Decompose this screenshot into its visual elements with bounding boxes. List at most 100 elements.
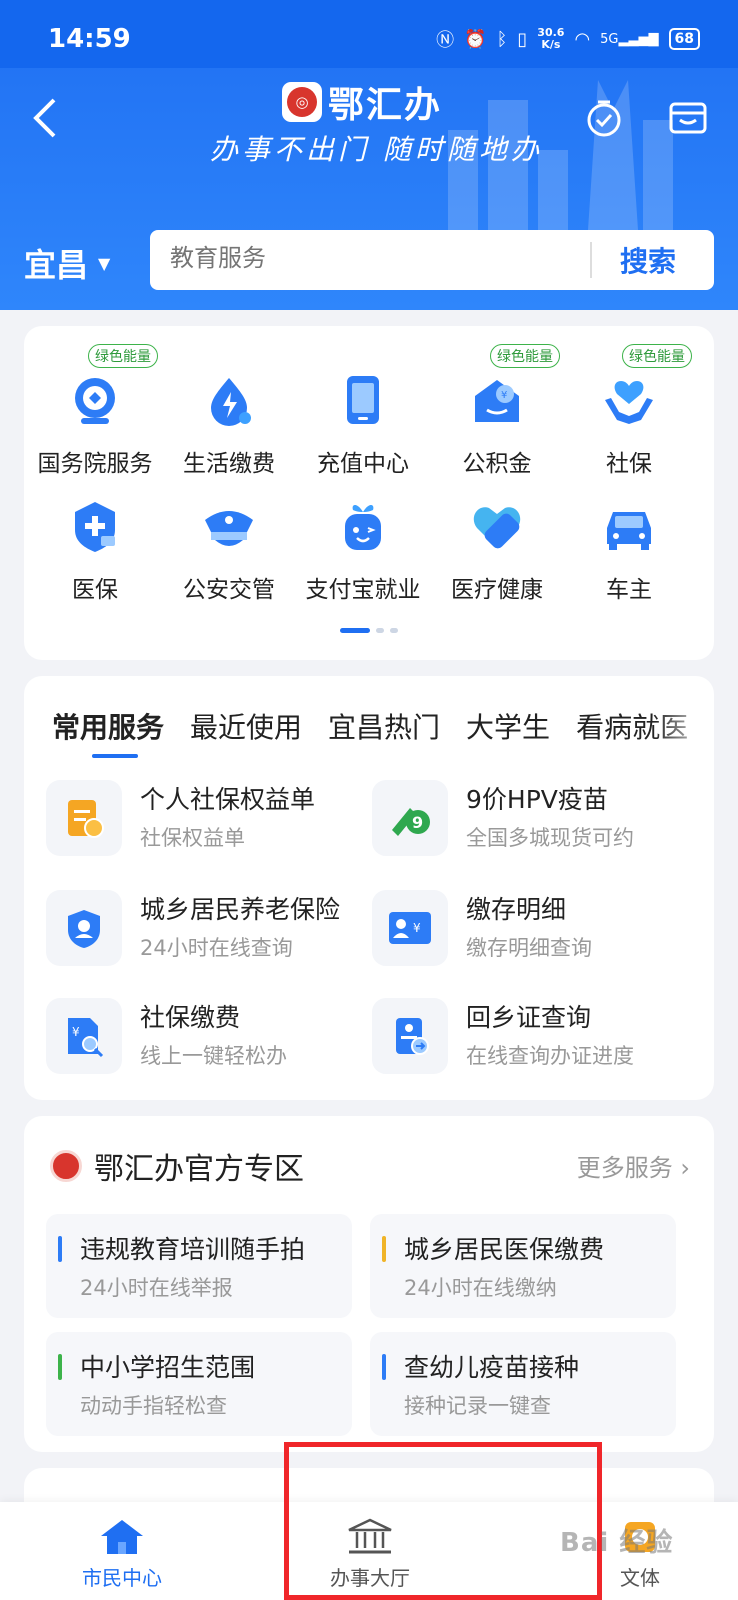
service-title: 缴存明细 — [466, 895, 567, 924]
page-dot — [376, 628, 384, 633]
grid-label: 公积金 — [462, 451, 532, 477]
official-item-title: 查幼儿疫苗接种 — [404, 1353, 580, 1382]
official-item[interactable]: 查幼儿疫苗接种 接种记录一键查 — [370, 1332, 676, 1436]
tab-underline — [92, 754, 138, 758]
official-item[interactable]: 中小学招生范围 动动手指轻松查 — [46, 1332, 352, 1436]
app-name: 鄂汇办 — [328, 84, 443, 126]
benefit-statement-icon — [46, 780, 122, 856]
service-item[interactable]: 个人社保权益单 社保权益单 — [46, 776, 366, 866]
phone-recharge-icon — [335, 372, 391, 428]
pension-shield-icon — [46, 890, 122, 966]
status-time: 14:59 — [48, 24, 131, 54]
official-item-title: 城乡居民医保缴费 — [404, 1235, 605, 1264]
accent-bar — [58, 1236, 62, 1262]
city-selector[interactable]: 宜昌 ▼ — [24, 240, 110, 286]
grid-label: 公安交管 — [183, 577, 275, 603]
grid-item-alipay-jobs[interactable]: 支付宝就业 — [294, 498, 432, 604]
grid-label: 医疗健康 — [451, 577, 543, 603]
service-item[interactable]: 城乡居民养老保险 24小时在线查询 — [46, 886, 366, 976]
grid-item-car-owner[interactable]: 车主 — [560, 498, 698, 604]
status-icons: Ⓝ ⏰ ᛒ ▯ 30.6 K/s ◠ 5G▂▃▅▇ 68 — [436, 26, 700, 52]
grid-item-housing-fund[interactable]: ¥ 绿色能量 公积金 — [428, 344, 566, 478]
tab-college[interactable]: 大学生 — [466, 706, 550, 746]
state-council-icon: 绿色能量 — [67, 344, 158, 428]
service-subtitle: 线上一键轻松办 — [140, 1044, 287, 1068]
home-icon — [101, 1520, 143, 1554]
app-logo: ◎ 鄂汇办 — [282, 76, 442, 128]
grid-item-healthcare[interactable]: 医疗健康 — [428, 498, 566, 604]
grid-label: 社保 — [606, 451, 652, 477]
service-subtitle: 社保权益单 — [140, 826, 245, 850]
official-item-title: 违规教育培训随手拍 — [80, 1235, 306, 1264]
svg-text:¥: ¥ — [72, 1025, 80, 1039]
social-security-icon: 绿色能量 — [601, 344, 692, 428]
chevron-left-icon — [33, 98, 56, 138]
accent-bar — [58, 1354, 62, 1380]
grid-label: 充值中心 — [317, 451, 409, 477]
search-input[interactable] — [170, 244, 550, 272]
grid-item-state-council[interactable]: 绿色能量 国务院服务 — [26, 344, 164, 478]
timer-check-icon[interactable] — [584, 98, 624, 138]
car-icon — [601, 498, 657, 554]
grid-item-recharge[interactable]: 充值中心 — [294, 372, 432, 478]
utility-bill-icon — [201, 372, 257, 428]
service-subtitle: 24小时在线查询 — [140, 936, 293, 960]
service-title: 9价HPV疫苗 — [466, 785, 608, 814]
official-item-subtitle: 24小时在线缴纳 — [404, 1276, 557, 1300]
official-item[interactable]: 城乡居民医保缴费 24小时在线缴纳 — [370, 1214, 676, 1318]
search-divider — [590, 242, 592, 278]
official-logo-icon — [50, 1150, 82, 1182]
back-button[interactable] — [30, 96, 60, 151]
service-title: 个人社保权益单 — [140, 785, 316, 814]
slogan: 办事不出门 随时随地办 — [210, 133, 543, 166]
official-item[interactable]: 违规教育培训随手拍 24小时在线举报 — [46, 1214, 352, 1318]
grid-label: 支付宝就业 — [305, 577, 421, 603]
tab-recent[interactable]: 最近使用 — [190, 706, 302, 746]
service-subtitle: 全国多城现货可约 — [466, 826, 634, 850]
battery-icon: 68 — [668, 28, 700, 50]
grid-item-medical-insurance[interactable]: 医保 — [26, 498, 164, 604]
grid-label: 国务院服务 — [37, 451, 153, 477]
network-speed: 30.6 K/s — [537, 26, 565, 51]
hpv-vaccine-icon: 9 — [372, 780, 448, 856]
signal-icon: 5G▂▃▅▇ — [600, 31, 659, 47]
grid-item-utilities[interactable]: 生活缴费 — [160, 372, 298, 478]
nfc-icon: Ⓝ — [436, 30, 455, 51]
wifi-icon: ◠ — [574, 28, 591, 50]
green-energy-tag: 绿色能量 — [622, 344, 692, 368]
police-cap-icon — [201, 498, 257, 554]
wallet-icon[interactable] — [668, 98, 708, 138]
city-name: 宜昌 — [24, 246, 89, 284]
search-bar[interactable]: 搜索 — [150, 230, 714, 290]
housing-fund-icon: ¥ 绿色能量 — [469, 344, 560, 428]
service-item[interactable]: 9 9价HPV疫苗 全国多城现货可约 — [372, 776, 692, 866]
service-item[interactable]: ¥ 缴存明细 缴存明细查询 — [372, 886, 692, 976]
nav-label: 文体 — [620, 1566, 660, 1590]
grid-item-social-security[interactable]: 绿色能量 社保 — [560, 344, 698, 478]
common-services-card: 常用服务 最近使用 宜昌热门 大学生 看病就医 个人社保权益单 社保权益单 9 … — [24, 676, 714, 1100]
official-item-subtitle: 接种记录一键查 — [404, 1394, 551, 1418]
alarm-icon: ⏰ — [464, 28, 487, 50]
id-card-return-icon — [372, 998, 448, 1074]
search-button[interactable]: 搜索 — [620, 240, 676, 280]
service-item[interactable]: ¥ 社保缴费 线上一键轻松办 — [46, 994, 366, 1084]
logo-badge-icon: ◎ — [282, 82, 322, 122]
header: 14:59 Ⓝ ⏰ ᛒ ▯ 30.6 K/s ◠ 5G▂▃▅▇ 68 ◎ 鄂汇办 … — [0, 0, 738, 310]
tab-yichang-hot[interactable]: 宜昌热门 — [328, 706, 440, 746]
more-services-link[interactable]: 更多服务 › — [577, 1148, 690, 1183]
page-dot-active — [340, 628, 370, 633]
medical-insurance-icon — [67, 498, 123, 554]
official-zone-card: 鄂汇办官方专区 更多服务 › 违规教育培训随手拍 24小时在线举报 城乡居民医保… — [24, 1116, 714, 1452]
svg-text:9: 9 — [412, 813, 423, 832]
grid-item-police-traffic[interactable]: 公安交管 — [160, 498, 298, 604]
service-title: 城乡居民养老保险 — [140, 895, 341, 924]
grid-label: 车主 — [606, 577, 652, 603]
tab-common[interactable]: 常用服务 — [52, 706, 164, 746]
service-item[interactable]: 回乡证查询 在线查询办证进度 — [372, 994, 692, 1084]
service-tabs: 常用服务 最近使用 宜昌热门 大学生 看病就医 — [52, 706, 688, 746]
vibrate-icon: ▯ — [517, 28, 528, 50]
watermark: Bai 经验 — [560, 1528, 674, 1558]
tabs-fade — [654, 696, 714, 756]
nav-citizen-center[interactable]: 市民中心 — [52, 1518, 192, 1591]
grid-label: 生活缴费 — [183, 451, 275, 477]
